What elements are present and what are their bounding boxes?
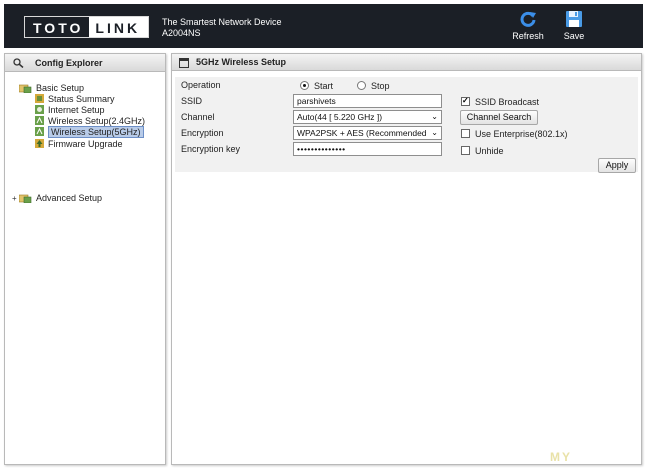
save-label: Save [563, 31, 585, 41]
window-icon [179, 58, 189, 68]
floppy-disk-icon [566, 11, 582, 27]
operation-stop-label: Stop [371, 81, 390, 91]
brand-model: A2004NS [162, 28, 201, 38]
channel-label: Channel [181, 112, 215, 122]
tree-item-status-summary[interactable]: Status Summary [35, 94, 115, 105]
chevron-down-icon: ⌄ [431, 112, 438, 121]
tree-group-advanced-setup[interactable]: Advanced Setup [19, 193, 102, 204]
tree-item-label: Wireless Setup(2.4GHz) [48, 116, 146, 126]
encryption-key-input[interactable]: •••••••••••••• [293, 142, 442, 156]
firmware-upgrade-icon [35, 139, 44, 148]
refresh-label: Refresh [512, 31, 544, 41]
channel-select[interactable]: Auto(44 [ 5.220 GHz ]) ⌄ [293, 110, 442, 124]
apply-button[interactable]: Apply [598, 158, 636, 173]
wireless-icon [35, 116, 44, 125]
encryption-select-value: WPA2PSK + AES (Recommended [297, 128, 427, 138]
channel-search-button[interactable]: Channel Search [460, 110, 538, 125]
save-button[interactable]: Save [554, 10, 594, 41]
tree-item-firmware-upgrade[interactable]: Firmware Upgrade [35, 139, 123, 150]
wireless-form: Operation Start Stop SSID parshivets SSI… [175, 77, 638, 173]
ssid-broadcast-checkbox[interactable] [461, 96, 470, 106]
tree-item-wireless-5ghz[interactable]: Wireless Setup(5GHz) [35, 126, 144, 138]
magnifier-icon [13, 58, 24, 68]
header-bar: TOTO LINK The Smartest Network Device A2… [4, 4, 643, 48]
internet-setup-icon [35, 105, 44, 114]
operation-start-radio[interactable] [300, 81, 309, 90]
refresh-button[interactable]: Refresh [508, 10, 548, 41]
wireless-setup-header: 5GHz Wireless Setup [172, 54, 641, 71]
unhide-label: Unhide [475, 146, 504, 156]
status-summary-icon [35, 94, 44, 103]
tree-item-label: Firmware Upgrade [48, 139, 123, 149]
config-explorer-panel: Config Explorer Basic Setup Status Summa… [4, 53, 166, 465]
tree-item-label: Status Summary [48, 94, 115, 104]
ssid-input[interactable]: parshivets [293, 94, 442, 108]
folder-icon [19, 84, 32, 93]
expand-icon[interactable]: + [12, 194, 17, 203]
config-explorer-title: Config Explorer [35, 58, 103, 68]
operation-start-label: Start [314, 81, 334, 91]
tree-item-internet-setup[interactable]: Internet Setup [35, 105, 105, 116]
panel-title: 5GHz Wireless Setup [196, 57, 286, 67]
folder-icon [19, 194, 32, 203]
brand-text: The Smartest Network Device A2004NS [162, 17, 282, 39]
wireless-setup-panel: 5GHz Wireless Setup Operation Start Stop… [171, 53, 642, 465]
operation-label: Operation [181, 80, 221, 90]
brand-logo: TOTO LINK [24, 16, 150, 38]
encryption-label: Encryption [181, 128, 224, 138]
config-explorer-header: Config Explorer [5, 54, 165, 72]
refresh-icon [520, 11, 536, 27]
ssid-label: SSID [181, 96, 203, 106]
unhide-checkbox[interactable] [461, 146, 470, 155]
brand-tagline: The Smartest Network Device [162, 17, 282, 27]
use-enterprise-checkbox[interactable] [461, 129, 470, 138]
use-enterprise-label: Use Enterprise(802.1x) [475, 129, 568, 139]
logo-left: TOTO [25, 17, 90, 37]
tree-group-basic-setup[interactable]: Basic Setup [19, 83, 84, 94]
encryption-select[interactable]: WPA2PSK + AES (Recommended ⌄ [293, 126, 442, 140]
chevron-down-icon: ⌄ [431, 128, 438, 137]
ssid-broadcast-label: SSID Broadcast [475, 97, 540, 107]
tree-group-label: Basic Setup [36, 83, 85, 93]
watermark: MY [550, 450, 572, 464]
wireless-icon [35, 127, 44, 136]
tree-item-label: Internet Setup [48, 105, 105, 115]
tree-group-label: Advanced Setup [36, 193, 103, 203]
channel-select-value: Auto(44 [ 5.220 GHz ]) [297, 112, 383, 122]
tree-item-label-selected: Wireless Setup(5GHz) [48, 126, 144, 138]
operation-stop-radio[interactable] [357, 81, 366, 90]
logo-right: LINK [89, 17, 149, 37]
encryption-key-label: Encryption key [181, 144, 241, 154]
